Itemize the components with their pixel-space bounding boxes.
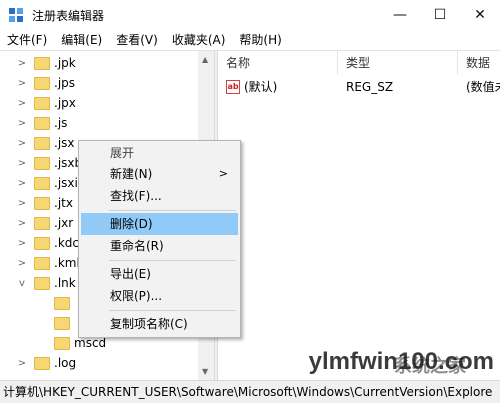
title-bar: 注册表编辑器 — ☐ ✕: [0, 0, 500, 30]
tree-item[interactable]: > .jpk: [0, 53, 198, 73]
ctx-expand[interactable]: 展开: [81, 142, 238, 164]
ctx-rename[interactable]: 重命名(R): [81, 235, 238, 257]
regedit-app-icon: [9, 8, 23, 22]
scroll-up-icon[interactable]: ▲: [202, 55, 208, 64]
tree-item-label: .jps: [54, 76, 76, 90]
folder-icon: [34, 76, 50, 90]
menu-file[interactable]: 文件(F): [0, 30, 54, 50]
folder-icon: [34, 96, 50, 110]
chevron-right-icon[interactable]: >: [16, 198, 28, 209]
value-type: REG_SZ: [346, 80, 394, 94]
ctx-separator: [109, 310, 236, 311]
value-name[interactable]: (默认): [244, 77, 277, 97]
ctx-delete[interactable]: 删除(D): [81, 213, 238, 235]
chevron-right-icon[interactable]: >: [16, 58, 28, 69]
folder-icon: [34, 156, 50, 170]
tree-item-label: .jsx: [54, 136, 75, 150]
chevron-right-icon[interactable]: >: [16, 138, 28, 149]
tree-item-label: mscd: [74, 336, 107, 350]
menu-bar: 文件(F) 编辑(E) 查看(V) 收藏夹(A) 帮助(H): [0, 30, 500, 50]
ctx-export[interactable]: 导出(E): [81, 263, 238, 285]
chevron-right-icon[interactable]: >: [16, 218, 28, 229]
main-content: > .jpk > .jps > .jpx > .js > .jsx > .jsxb > .jsxi > .jt…: [0, 50, 500, 381]
tree-item-label: .kml: [54, 256, 80, 270]
chevron-right-icon[interactable]: >: [16, 358, 28, 369]
tree-item-label: .jsxi: [54, 176, 78, 190]
close-button[interactable]: ✕: [460, 0, 500, 30]
folder-icon: [34, 236, 50, 250]
folder-icon: [54, 316, 70, 330]
folder-icon: [34, 276, 50, 290]
tree-item-label: .jpk: [54, 56, 76, 70]
scroll-down-icon[interactable]: ▼: [202, 367, 208, 376]
watermark: ylmfwin100.com: [308, 348, 494, 375]
tree-item-label: .jxr: [54, 216, 74, 230]
chevron-right-icon[interactable]: >: [16, 118, 28, 129]
chevron-right-icon[interactable]: >: [16, 238, 28, 249]
tree-item-label: .kdc: [54, 236, 79, 250]
tree-item-label: .jtx: [54, 196, 73, 210]
ctx-find[interactable]: 查找(F)...: [81, 185, 238, 207]
ctx-new-label: 新建(N): [110, 167, 153, 181]
folder-icon: [34, 56, 50, 70]
tree-item[interactable]: > .log: [0, 353, 198, 373]
folder-icon: [34, 196, 50, 210]
chevron-right-icon[interactable]: >: [16, 178, 28, 189]
ctx-separator: [109, 210, 236, 211]
ctx-separator: [109, 260, 236, 261]
chevron-right-icon[interactable]: >: [16, 158, 28, 169]
menu-edit[interactable]: 编辑(E): [54, 30, 109, 50]
tree-item-label: .js: [54, 116, 68, 130]
folder-icon: [34, 356, 50, 370]
folder-icon: [34, 216, 50, 230]
folder-icon: [34, 116, 50, 130]
tree-item[interactable]: > .jps: [0, 73, 198, 93]
tree-item[interactable]: > .js: [0, 113, 198, 133]
ctx-permissions[interactable]: 权限(P)...: [81, 285, 238, 307]
ctx-new[interactable]: 新建(N) >: [81, 163, 238, 185]
folder-icon: [54, 336, 70, 350]
tree-item-label: .jpx: [54, 96, 76, 110]
folder-icon: [34, 136, 50, 150]
status-bar-path: 计算机\HKEY_CURRENT_USER\Software\Microsoft…: [0, 380, 500, 403]
maximize-button[interactable]: ☐: [420, 0, 460, 30]
column-header-name[interactable]: 名称: [218, 51, 338, 75]
column-header-type[interactable]: 类型: [338, 51, 458, 75]
chevron-right-icon[interactable]: >: [16, 78, 28, 89]
string-value-icon: ab: [226, 80, 240, 94]
chevron-right-icon[interactable]: >: [16, 258, 28, 269]
chevron-right-icon[interactable]: >: [16, 98, 28, 109]
folder-icon: [34, 256, 50, 270]
values-pane: 名称 类型 数据 ab (默认) REG_SZ (数值未: [218, 51, 500, 381]
menu-help[interactable]: 帮助(H): [232, 30, 288, 50]
ctx-copy-key-name[interactable]: 复制项名称(C): [81, 313, 238, 335]
submenu-arrow-icon: >: [218, 167, 228, 180]
value-data: (数值未: [466, 80, 500, 94]
column-header-data[interactable]: 数据: [458, 51, 500, 75]
context-menu: 展开 新建(N) > 查找(F)... 删除(D) 重命名(R) 导出(E) 权…: [78, 140, 241, 338]
chevron-down-icon[interactable]: v: [16, 278, 28, 289]
window-title: 注册表编辑器: [32, 9, 105, 23]
folder-icon: [34, 176, 50, 190]
tree-item-label: .log: [54, 356, 77, 370]
menu-favorites[interactable]: 收藏夹(A): [165, 30, 233, 50]
tree-item[interactable]: > .jpx: [0, 93, 198, 113]
minimize-button[interactable]: —: [380, 0, 420, 30]
folder-icon: [54, 296, 70, 310]
menu-view[interactable]: 查看(V): [109, 30, 165, 50]
tree-item-label: .lnk: [54, 276, 76, 290]
